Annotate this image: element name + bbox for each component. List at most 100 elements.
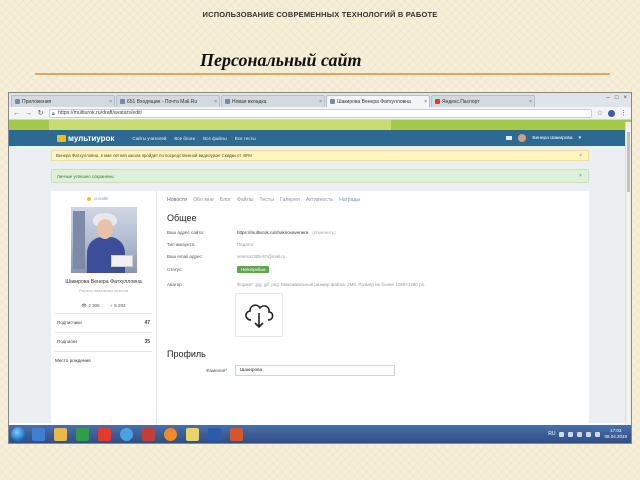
- tab-mail[interactable]: 651 Входящие - Почта Mail.Ru ×: [116, 95, 220, 107]
- tab-about[interactable]: Обо мне: [193, 197, 214, 203]
- media-player-icon[interactable]: [76, 427, 89, 441]
- start-button[interactable]: [11, 426, 26, 442]
- chevron-down-icon[interactable]: ▾: [579, 136, 581, 141]
- volume-icon[interactable]: [595, 431, 601, 437]
- photo-face: [96, 219, 113, 239]
- yandex-icon[interactable]: [98, 427, 111, 441]
- tab-apps[interactable]: Приложения ×: [11, 95, 115, 107]
- profile-sidebar: онлайн Шакирова Венера Фатхулловна Учите…: [51, 191, 157, 431]
- slide-header: ИСПОЛЬЗОВАНИЕ СОВРЕМЕННЫХ ТЕХНОЛОГИЙ В Р…: [202, 10, 438, 19]
- address-bar: ← → ↻ 🔒︎ https://multiurok.ru/draft/avat…: [9, 107, 631, 120]
- nav-all-tests[interactable]: Все тесты: [235, 136, 256, 141]
- chrome-icon[interactable]: [120, 427, 133, 441]
- window-close-icon[interactable]: ×: [623, 95, 627, 101]
- avatar-label: Аватар: [167, 282, 182, 287]
- close-icon[interactable]: ×: [424, 99, 427, 105]
- user-name[interactable]: Венера Шакирова: [532, 136, 572, 141]
- subscriptions-label: Подписки: [57, 339, 77, 344]
- tray-icon[interactable]: [577, 431, 583, 437]
- email-row: Ваш email адрес: venera1305-97@mail.ru: [167, 254, 579, 259]
- close-icon[interactable]: ×: [214, 99, 217, 105]
- close-icon[interactable]: ×: [529, 99, 532, 105]
- close-icon[interactable]: ×: [109, 99, 112, 105]
- tab-blog[interactable]: Блог: [220, 197, 231, 203]
- online-status: онлайн: [87, 196, 152, 201]
- powerpoint-icon[interactable]: [230, 427, 243, 441]
- subscribers-row[interactable]: Подписчики 47: [55, 313, 152, 332]
- tab-yandex[interactable]: Яндекс.Паспорт ×: [431, 95, 535, 107]
- views-stat: 👁︎ 2 306: [81, 303, 100, 308]
- tab-label: Яндекс.Паспорт: [442, 98, 480, 105]
- avatar[interactable]: [518, 134, 527, 142]
- star-icon[interactable]: ☆: [597, 109, 603, 117]
- nav-all-blogs[interactable]: Все блоги: [174, 136, 195, 141]
- profile-photo[interactable]: [70, 207, 137, 273]
- tab-news[interactable]: Новости: [167, 197, 187, 203]
- tray-icon[interactable]: [568, 431, 574, 437]
- notes-icon[interactable]: [186, 427, 199, 441]
- language-indicator[interactable]: RU: [548, 431, 555, 437]
- yandex-tab-icon: [435, 99, 440, 104]
- tray-icon[interactable]: [559, 431, 565, 437]
- email-label: Ваш email адрес:: [167, 254, 204, 259]
- nav-teacher-sites[interactable]: Сайты учителей: [132, 136, 166, 141]
- menu-icon[interactable]: ⋮: [620, 109, 627, 117]
- reload-icon[interactable]: ↻: [37, 109, 44, 117]
- tab-activity[interactable]: Активность: [306, 197, 333, 203]
- tab-profile[interactable]: Шакирова Венера Фатхулловна ×: [326, 95, 430, 107]
- general-heading: Общее: [167, 213, 197, 223]
- mail-icon[interactable]: [506, 136, 513, 140]
- game-icon[interactable]: [142, 427, 155, 441]
- network-icon[interactable]: [586, 431, 592, 437]
- explorer-icon[interactable]: [54, 427, 67, 441]
- email-value: venera1305-97@mail.ru: [237, 254, 286, 259]
- user-menu: Венера Шакирова ▾: [506, 134, 581, 142]
- close-icon[interactable]: ×: [319, 99, 322, 105]
- subscriptions-row[interactable]: Подписки 35: [55, 332, 152, 351]
- online-label: онлайн: [94, 196, 109, 201]
- avatar-upload-dropzone[interactable]: [235, 293, 283, 337]
- site-logo[interactable]: мультиурок: [57, 134, 114, 143]
- browser-tabstrip: Приложения × 651 Входящие - Почта Mail.R…: [9, 93, 631, 107]
- page-scrollbar[interactable]: [625, 122, 631, 425]
- close-icon[interactable]: ×: [579, 153, 582, 159]
- tab-gallery[interactable]: Галерея: [280, 197, 300, 203]
- minimize-icon[interactable]: –: [607, 95, 610, 101]
- back-icon[interactable]: ←: [13, 110, 20, 117]
- rating-count: 5 293: [114, 303, 126, 308]
- word-icon[interactable]: [208, 427, 221, 441]
- scrollbar-thumb[interactable]: [627, 132, 630, 192]
- logo-icon: [57, 134, 66, 142]
- ie-icon[interactable]: [32, 427, 45, 441]
- mail-tab-icon: [120, 99, 125, 104]
- close-icon[interactable]: ×: [579, 173, 582, 179]
- success-alert: Личные успешно сохранены ×: [51, 169, 589, 183]
- maximize-icon[interactable]: □: [615, 95, 619, 101]
- clock[interactable]: 17:03 08.04.2019: [604, 428, 627, 440]
- forward-icon[interactable]: →: [25, 110, 32, 117]
- profile-card: онлайн Шакирова Венера Фатхулловна Учите…: [51, 191, 589, 431]
- window-controls: – □ ×: [607, 95, 627, 101]
- workplace-label: Место рождения: [55, 351, 152, 363]
- tab-awards[interactable]: Награды: [339, 197, 360, 203]
- extension-icon[interactable]: [608, 109, 615, 117]
- change-address-link[interactable]: (Изменить): [312, 230, 335, 235]
- success-text: Личные успешно сохранены: [57, 173, 114, 179]
- surname-field[interactable]: Шакирова: [235, 365, 395, 376]
- site-address-row: Ваш адрес сайта: https://multiurok.ru/sh…: [167, 230, 579, 235]
- tab-tests[interactable]: Тесты: [259, 197, 273, 203]
- lock-icon: 🔒︎: [52, 110, 55, 117]
- nav-all-files[interactable]: Все файлы: [203, 136, 227, 141]
- account-type-value: Педагог: [237, 242, 254, 247]
- photo-background-object: [72, 211, 85, 269]
- windows-taskbar: RU 17:03 08.04.2019: [9, 425, 631, 443]
- url-input[interactable]: 🔒︎ https://multiurok.ru/draft/avatars/ed…: [49, 108, 592, 118]
- tab-files[interactable]: Файлы: [237, 197, 253, 203]
- account-type-label: Тип аккаунта:: [167, 242, 196, 247]
- avatar-format-note: Формат: jpg, gif, png. Максимальный разм…: [237, 282, 426, 287]
- account-type-row: Тип аккаунта: Педагог: [167, 242, 579, 247]
- tab-new[interactable]: Новая вкладка ×: [221, 95, 325, 107]
- odnoklassniki-icon[interactable]: [164, 427, 177, 441]
- subscriptions-count: 35: [144, 339, 150, 345]
- site-body: Венера Фатхулловна, в мае летняя школа п…: [9, 146, 631, 431]
